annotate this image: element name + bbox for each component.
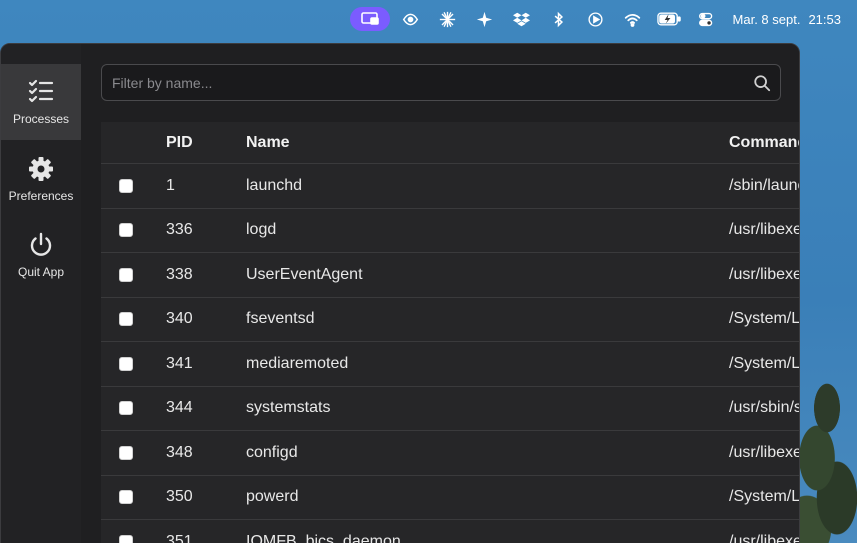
pid-cell: 340	[166, 310, 193, 328]
row-select-cell	[101, 490, 166, 505]
row-checkbox[interactable]	[119, 356, 133, 371]
command-cell: /usr/libexec/configd	[729, 443, 799, 461]
row-select-cell	[101, 534, 166, 543]
command-cell: /usr/libexec	[729, 532, 799, 543]
table-body: 1 launchd/sbin/launchd 336 logd/usr/libexec…	[101, 164, 800, 543]
pid-cell: 350	[166, 488, 193, 506]
row-select-cell	[101, 312, 166, 327]
row-checkbox[interactable]	[119, 401, 133, 416]
pid-cell: 348	[166, 443, 193, 461]
row-checkbox[interactable]	[119, 267, 133, 282]
command-cell: /System/Library	[729, 488, 800, 506]
name-cell: IOMFB_bics_daemon	[246, 532, 401, 543]
row-select-cell	[101, 178, 166, 193]
sidebar: Processes Preferences Quit App	[1, 44, 81, 543]
wifi-icon[interactable]	[614, 7, 651, 31]
column-header-name[interactable]: Name	[246, 134, 729, 152]
table-row[interactable]: 350 powerd/System/Library	[101, 475, 800, 520]
table-row[interactable]: 344 systemstats/usr/sbin/systemstats	[101, 386, 799, 431]
sidebar-item-label: Processes	[12, 112, 70, 126]
table-row[interactable]: 341 mediaremoted/System/Library	[101, 342, 800, 387]
row-select-cell	[101, 356, 166, 371]
command-cell: /System/Library	[729, 354, 800, 372]
name-cell: mediaremoted	[246, 354, 349, 372]
table-row[interactable]: 340 fseventsd/System/Library	[101, 297, 800, 342]
name-cell: systemstats	[246, 399, 331, 417]
pid-cell: 351	[166, 532, 193, 543]
search-box	[101, 64, 781, 101]
eye-icon[interactable]	[392, 7, 429, 31]
checklist-icon	[28, 79, 54, 103]
row-checkbox[interactable]	[119, 534, 133, 543]
row-checkbox[interactable]	[119, 223, 133, 238]
pid-cell: 338	[166, 265, 193, 283]
row-select-cell	[101, 445, 166, 460]
table-row[interactable]: 348 configd/usr/libexec/configd	[101, 431, 799, 476]
app-window: Processes Preferences Quit App Filter by…	[0, 43, 800, 543]
pid-cell: 341	[166, 354, 193, 372]
name-cell: configd	[246, 443, 298, 461]
pid-cell: 344	[166, 399, 193, 417]
table-row[interactable]: 1 launchd/sbin/launchd	[101, 164, 799, 209]
sidebar-item-label: Quit App	[17, 265, 65, 279]
sidebar-item-quit-app[interactable]: Quit App	[1, 217, 81, 293]
row-select-cell	[101, 267, 166, 282]
menu-bar-date: Mar. 8 sept.	[732, 11, 801, 27]
name-cell: launchd	[246, 176, 303, 194]
column-header-command[interactable]: Command	[729, 134, 799, 152]
sidebar-item-label: Preferences	[8, 189, 74, 203]
table-row[interactable]: 351 IOMFB_bics_daemon/usr/libexec	[101, 520, 799, 543]
column-header-pid[interactable]: PID	[166, 134, 246, 152]
row-checkbox[interactable]	[119, 312, 133, 327]
sparkle-icon[interactable]	[466, 7, 503, 31]
control-center-icon[interactable]	[688, 7, 725, 31]
pid-cell: 336	[166, 221, 193, 239]
bluetooth-icon[interactable]	[540, 7, 577, 31]
row-select-cell	[101, 401, 166, 416]
snowflake-burst-icon[interactable]	[429, 7, 466, 31]
command-cell: /usr/libexec/logd	[729, 221, 799, 239]
command-cell: /usr/sbin/systemstats	[729, 399, 799, 417]
row-checkbox[interactable]	[119, 490, 133, 505]
dropbox-icon[interactable]	[503, 7, 540, 31]
menu-bar-clock[interactable]: Mar. 8 sept. 21:53	[733, 12, 841, 27]
name-cell: logd	[246, 221, 277, 239]
command-cell: /sbin/launchd	[729, 176, 799, 194]
menu-bar-time: 21:53	[808, 11, 841, 27]
row-checkbox[interactable]	[119, 445, 133, 460]
pid-cell: 1	[166, 176, 175, 194]
row-checkbox[interactable]	[119, 178, 133, 193]
process-table: PID Name Command 1 launchd/sbin/launchd 33…	[101, 122, 800, 543]
battery-charging-icon[interactable]	[651, 7, 688, 31]
command-cell: /System/Library	[729, 310, 800, 328]
name-cell: UserEventAgent	[246, 265, 363, 283]
sidebar-item-processes[interactable]: Processes	[1, 64, 81, 140]
power-icon	[30, 232, 52, 256]
table-row[interactable]: 338 UserEventAgent/usr/libexec/UserEventA…	[101, 253, 799, 298]
row-select-cell	[101, 223, 166, 238]
play-circle-icon[interactable]	[577, 7, 614, 31]
command-cell: /usr/libexec/UserEventAgent	[729, 265, 799, 283]
gear-icon	[29, 157, 53, 181]
name-cell: powerd	[246, 488, 299, 506]
name-cell: fseventsd	[246, 310, 315, 328]
main-content: PID Name Command 1 launchd/sbin/launchd 33…	[81, 44, 799, 543]
menu-bar: Mar. 8 sept. 21:53	[0, 0, 857, 38]
sidebar-item-preferences[interactable]: Preferences	[1, 141, 81, 217]
display-mirror-icon[interactable]	[349, 7, 390, 31]
table-row[interactable]: 336 logd/usr/libexec/logd	[101, 208, 799, 253]
search-icon[interactable]	[744, 74, 780, 92]
search-input[interactable]	[102, 65, 744, 100]
table-header: PID Name Command	[101, 122, 799, 164]
